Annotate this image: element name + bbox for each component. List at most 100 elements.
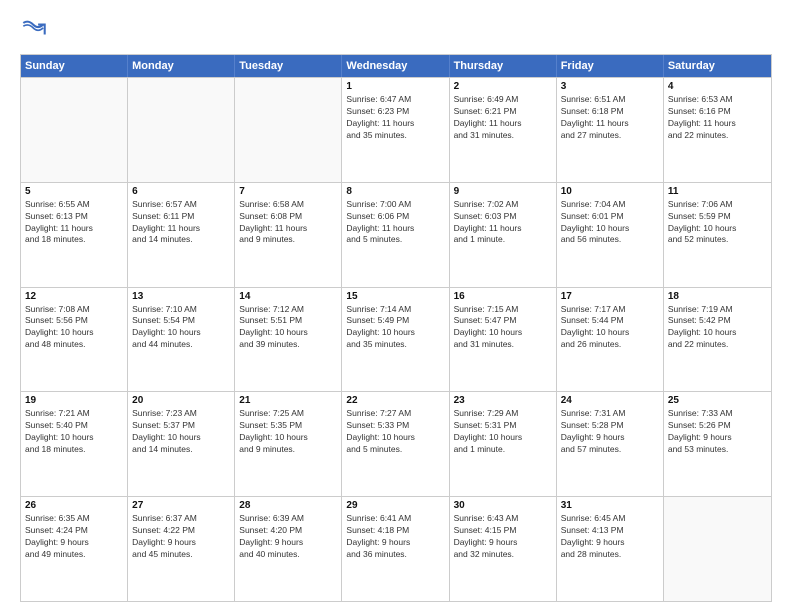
cell-line: and 22 minutes. — [668, 130, 767, 142]
cell-line: and 14 minutes. — [132, 234, 230, 246]
cell-line: Daylight: 10 hours — [561, 223, 659, 235]
cell-line: and 45 minutes. — [132, 549, 230, 561]
cell-line: Sunset: 5:31 PM — [454, 420, 552, 432]
day-number: 17 — [561, 291, 659, 302]
cell-line: Daylight: 9 hours — [561, 537, 659, 549]
page: SundayMondayTuesdayWednesdayThursdayFrid… — [0, 0, 792, 612]
cell-info: Sunrise: 6:53 AMSunset: 6:16 PMDaylight:… — [668, 94, 767, 142]
cell-line: and 1 minute. — [454, 234, 552, 246]
logo — [20, 18, 50, 46]
day-number: 26 — [25, 500, 123, 511]
calendar-row-1: 5Sunrise: 6:55 AMSunset: 6:13 PMDaylight… — [21, 182, 771, 287]
cell-line: Daylight: 11 hours — [239, 223, 337, 235]
cell-line: Daylight: 10 hours — [668, 223, 767, 235]
cell-line: Daylight: 11 hours — [561, 118, 659, 130]
cal-cell: 21Sunrise: 7:25 AMSunset: 5:35 PMDayligh… — [235, 392, 342, 496]
day-number: 18 — [668, 291, 767, 302]
cell-line: Sunrise: 6:45 AM — [561, 513, 659, 525]
cell-info: Sunrise: 6:35 AMSunset: 4:24 PMDaylight:… — [25, 513, 123, 561]
cal-cell: 22Sunrise: 7:27 AMSunset: 5:33 PMDayligh… — [342, 392, 449, 496]
calendar-row-3: 19Sunrise: 7:21 AMSunset: 5:40 PMDayligh… — [21, 391, 771, 496]
cell-line: and 22 minutes. — [668, 339, 767, 351]
cell-line: Sunrise: 6:53 AM — [668, 94, 767, 106]
weekday-header-wednesday: Wednesday — [342, 55, 449, 77]
cell-info: Sunrise: 7:08 AMSunset: 5:56 PMDaylight:… — [25, 304, 123, 352]
cal-cell: 14 Sunrise: 7:12 AMSunset: 5:51 PMDayligh… — [235, 288, 342, 392]
cell-line: Sunset: 4:22 PM — [132, 525, 230, 537]
cell-line: Daylight: 10 hours — [454, 432, 552, 444]
cell-line: Sunset: 5:59 PM — [668, 211, 767, 223]
day-number: 27 — [132, 500, 230, 511]
cal-cell: 26 Sunrise: 6:35 AMSunset: 4:24 PMDayligh… — [21, 497, 128, 601]
cell-line: Sunrise: 6:57 AM — [132, 199, 230, 211]
cell-line: Sunset: 5:33 PM — [346, 420, 444, 432]
cal-cell: 13Sunrise: 7:10 AMSunset: 5:54 PMDayligh… — [128, 288, 235, 392]
cell-info: Sunrise: 7:31 AMSunset: 5:28 PMDaylight:… — [561, 408, 659, 456]
cell-line: Sunset: 4:20 PM — [239, 525, 337, 537]
cell-line: Daylight: 10 hours — [239, 327, 337, 339]
cell-line: Sunrise: 6:55 AM — [25, 199, 123, 211]
day-number: 31 — [561, 500, 659, 511]
cell-line: and 18 minutes. — [25, 444, 123, 456]
cell-line: Sunrise: 7:19 AM — [668, 304, 767, 316]
weekday-header-thursday: Thursday — [450, 55, 557, 77]
cell-line: and 31 minutes. — [454, 130, 552, 142]
cell-line: Daylight: 9 hours — [132, 537, 230, 549]
cell-line: Daylight: 10 hours — [132, 432, 230, 444]
cell-line: Daylight: 10 hours — [454, 327, 552, 339]
cal-cell: 24Sunrise: 7:31 AMSunset: 5:28 PMDayligh… — [557, 392, 664, 496]
cal-cell — [235, 78, 342, 182]
cal-cell: 20Sunrise: 7:23 AMSunset: 5:37 PMDayligh… — [128, 392, 235, 496]
cell-info: Sunrise: 7:12 AMSunset: 5:51 PMDaylight:… — [239, 304, 337, 352]
day-number: 14 — [239, 291, 337, 302]
cell-line: Daylight: 10 hours — [668, 327, 767, 339]
day-number: 9 — [454, 186, 552, 197]
cal-cell: 23Sunrise: 7:29 AMSunset: 5:31 PMDayligh… — [450, 392, 557, 496]
cal-cell: 31Sunrise: 6:45 AMSunset: 4:13 PMDayligh… — [557, 497, 664, 601]
weekday-header-monday: Monday — [128, 55, 235, 77]
cell-line: Sunrise: 7:06 AM — [668, 199, 767, 211]
day-number: 6 — [132, 186, 230, 197]
cell-line: and 32 minutes. — [454, 549, 552, 561]
cell-line: Sunrise: 7:04 AM — [561, 199, 659, 211]
cell-line: Sunrise: 7:21 AM — [25, 408, 123, 420]
cell-line: and 35 minutes. — [346, 339, 444, 351]
cell-info: Sunrise: 6:55 AMSunset: 6:13 PMDaylight:… — [25, 199, 123, 247]
day-number: 30 — [454, 500, 552, 511]
cal-cell — [128, 78, 235, 182]
cal-cell: 28Sunrise: 6:39 AMSunset: 4:20 PMDayligh… — [235, 497, 342, 601]
day-number: 15 — [346, 291, 444, 302]
calendar-header: SundayMondayTuesdayWednesdayThursdayFrid… — [21, 55, 771, 77]
cell-line: and 49 minutes. — [25, 549, 123, 561]
cell-line: and 28 minutes. — [561, 549, 659, 561]
day-number: 11 — [668, 186, 767, 197]
cal-cell: 12Sunrise: 7:08 AMSunset: 5:56 PMDayligh… — [21, 288, 128, 392]
cal-cell: 18 Sunrise: 7:19 AMSunset: 5:42 PMDayligh… — [664, 288, 771, 392]
day-number: 21 — [239, 395, 337, 406]
calendar-body: 1Sunrise: 6:47 AMSunset: 6:23 PMDaylight… — [21, 77, 771, 601]
day-number: 7 — [239, 186, 337, 197]
cell-info: Sunrise: 7:15 AMSunset: 5:47 PMDaylight:… — [454, 304, 552, 352]
day-number: 19 — [25, 395, 123, 406]
cell-line: Sunset: 5:28 PM — [561, 420, 659, 432]
cell-line: Sunrise: 6:35 AM — [25, 513, 123, 525]
cell-line: and 40 minutes. — [239, 549, 337, 561]
cal-cell: 10Sunrise: 7:04 AMSunset: 6:01 PMDayligh… — [557, 183, 664, 287]
cell-line: Sunset: 4:24 PM — [25, 525, 123, 537]
cell-line: Sunset: 5:44 PM — [561, 315, 659, 327]
cell-info: Sunrise: 7:19 AMSunset: 5:42 PMDaylight:… — [668, 304, 767, 352]
cell-line: Sunrise: 7:27 AM — [346, 408, 444, 420]
cell-line: Sunset: 6:23 PM — [346, 106, 444, 118]
cell-line: and 44 minutes. — [132, 339, 230, 351]
cell-line: and 39 minutes. — [239, 339, 337, 351]
cell-line: Sunset: 5:42 PM — [668, 315, 767, 327]
cell-info: Sunrise: 7:23 AMSunset: 5:37 PMDaylight:… — [132, 408, 230, 456]
day-number: 13 — [132, 291, 230, 302]
cell-line: Daylight: 9 hours — [668, 432, 767, 444]
cell-line: Sunrise: 6:47 AM — [346, 94, 444, 106]
cell-line: Daylight: 10 hours — [346, 432, 444, 444]
day-number: 23 — [454, 395, 552, 406]
cell-line: Daylight: 10 hours — [25, 432, 123, 444]
cell-info: Sunrise: 6:41 AMSunset: 4:18 PMDaylight:… — [346, 513, 444, 561]
cell-line: Sunset: 4:15 PM — [454, 525, 552, 537]
